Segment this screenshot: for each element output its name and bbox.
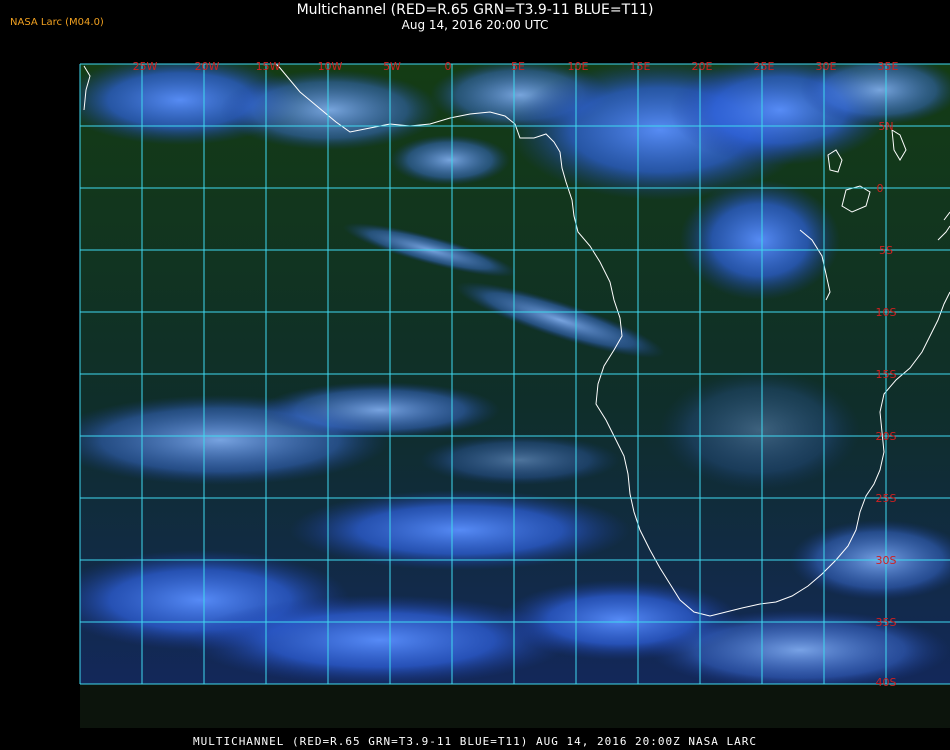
- lat-label-0: 0: [877, 182, 884, 195]
- lon-label-20w: 20W: [195, 60, 220, 73]
- lat-label-5n: 5N: [878, 120, 893, 133]
- lat-label-5s: 5S: [879, 244, 893, 257]
- lat-label-40s: 40S: [876, 676, 897, 689]
- satellite-image-page: NASA Larc (M04.0) Multichannel (RED=R.65…: [0, 0, 950, 750]
- lon-label-25e: 25E: [754, 60, 775, 73]
- lat-label-30s: 30S: [876, 554, 897, 567]
- lat-label-20s: 20S: [876, 430, 897, 443]
- lon-label-35e: 35E: [878, 60, 899, 73]
- lat-label-15s: 15S: [876, 368, 897, 381]
- lon-label-5w: 5W: [383, 60, 401, 73]
- lat-label-25s: 25S: [876, 492, 897, 505]
- lat-label-10s: 10S: [876, 306, 897, 319]
- lon-label-5e: 5E: [511, 60, 525, 73]
- lon-label-15e: 15E: [630, 60, 651, 73]
- image-footer-caption: MULTICHANNEL (RED=R.65 GRN=T3.9-11 BLUE=…: [192, 735, 758, 748]
- lon-label-25w: 25W: [133, 60, 158, 73]
- lon-label-10e: 10E: [568, 60, 589, 73]
- lat-label-35s: 35S: [876, 616, 897, 629]
- lon-label-0: 0: [445, 60, 452, 73]
- lon-label-10w: 10W: [318, 60, 343, 73]
- lon-label-15w: 15W: [256, 60, 281, 73]
- satellite-map: 25W 20W 15W 10W 5W 0 5E 10E 15E 20E 25E …: [79, 60, 950, 689]
- lon-label-30e: 30E: [816, 60, 837, 73]
- lon-label-20e: 20E: [692, 60, 713, 73]
